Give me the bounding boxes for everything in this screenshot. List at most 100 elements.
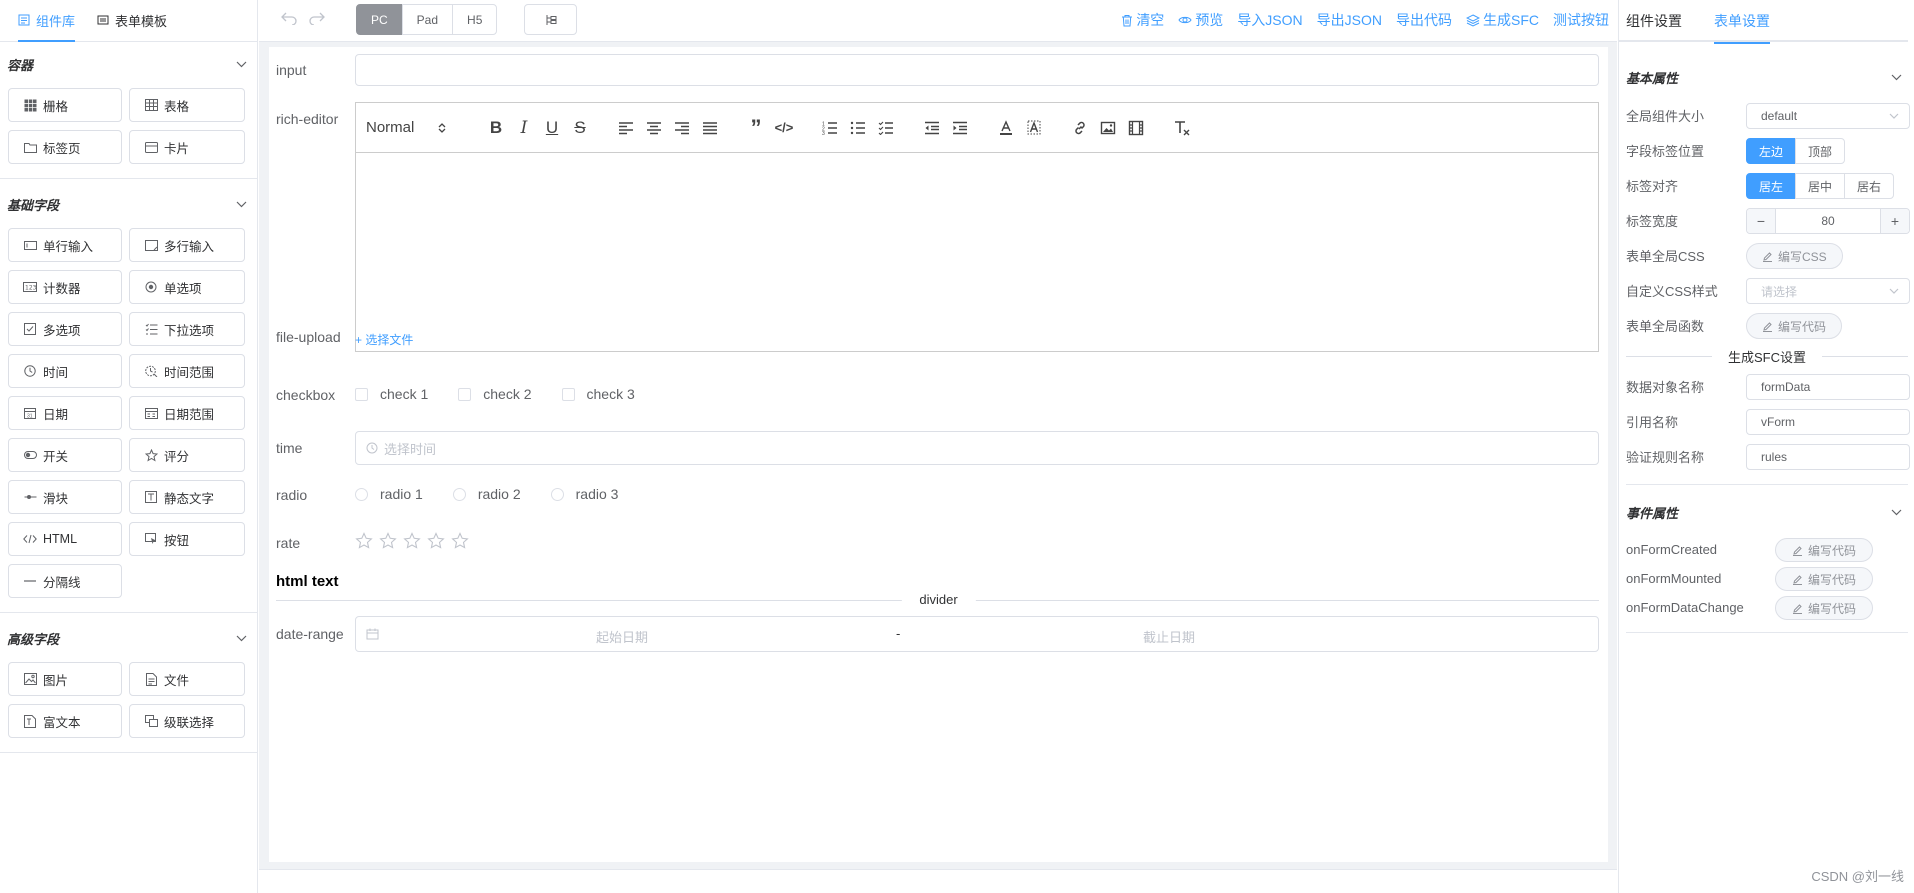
input-field[interactable] xyxy=(355,54,1599,86)
edit-code-button[interactable]: 编写代码 xyxy=(1775,596,1874,620)
device-button[interactable]: H5 xyxy=(452,4,498,35)
code-block-icon[interactable]: </> xyxy=(770,114,798,142)
radio-button[interactable]: 左边 xyxy=(1746,138,1797,164)
star-icon[interactable] xyxy=(379,532,397,550)
radio-circle[interactable] xyxy=(550,487,564,501)
header-select[interactable]: Normal xyxy=(366,103,456,153)
time-picker[interactable]: 选择时间 xyxy=(355,431,1599,465)
edit-code-button[interactable]: 编写代码 xyxy=(1775,538,1874,562)
checkbox-box[interactable] xyxy=(458,387,472,401)
rules-name-input[interactable]: rules xyxy=(1746,444,1910,470)
component-item[interactable]: 多行输入 xyxy=(129,228,245,262)
component-item[interactable]: 卡片 xyxy=(129,130,245,164)
component-item[interactable]: 下拉选项 xyxy=(129,312,245,346)
global-size-select[interactable]: default xyxy=(1746,103,1910,129)
plus-icon[interactable]: + xyxy=(1880,209,1909,233)
toolbar-action[interactable]: 测试按钮 xyxy=(1553,10,1609,30)
component-item[interactable]: 图片 xyxy=(8,662,122,696)
star-icon[interactable] xyxy=(427,532,445,550)
component-item[interactable]: 表格 xyxy=(129,88,245,122)
align-center-icon[interactable] xyxy=(640,114,668,142)
toolbar-action[interactable]: 导出代码 xyxy=(1396,10,1452,30)
toolbar-action[interactable]: 导入JSON xyxy=(1237,10,1302,30)
radio-button[interactable]: 居中 xyxy=(1795,173,1846,199)
select-file-button[interactable]: + 选择文件 xyxy=(355,331,413,348)
background-color-icon[interactable] xyxy=(1020,114,1048,142)
radio-option[interactable]: radio 2 xyxy=(452,486,521,502)
tab-component-library[interactable]: 组件库 xyxy=(18,0,76,42)
star-icon[interactable] xyxy=(451,532,469,550)
toolbar-action[interactable]: 生成SFC xyxy=(1466,10,1539,30)
component-item[interactable]: 时间范围 xyxy=(129,354,245,388)
align-justify-icon[interactable] xyxy=(696,114,724,142)
toolbar-action[interactable]: 清空 xyxy=(1121,10,1164,30)
component-item[interactable]: 分隔线 xyxy=(8,564,122,598)
tab-form-template[interactable]: 表单模板 xyxy=(97,0,167,41)
radio-button[interactable]: 顶部 xyxy=(1795,138,1846,164)
bold-icon[interactable]: B xyxy=(482,114,510,142)
undo-icon[interactable] xyxy=(281,11,297,28)
section-header[interactable]: 容器 xyxy=(0,42,257,86)
checkbox-option[interactable]: check 3 xyxy=(561,386,635,402)
component-item[interactable]: 静态文字 xyxy=(129,480,245,514)
checkbox-option[interactable]: check 2 xyxy=(458,386,532,402)
section-header[interactable]: 高级字段 xyxy=(0,616,257,660)
component-item[interactable]: 富文本 xyxy=(8,704,122,738)
component-item[interactable]: 单行输入 xyxy=(8,228,122,262)
component-item[interactable]: 级联选择 xyxy=(129,704,245,738)
label-width-stepper[interactable]: − 80 + xyxy=(1746,208,1910,234)
font-color-icon[interactable] xyxy=(992,114,1020,142)
component-item[interactable]: HTML xyxy=(8,522,122,556)
italic-icon[interactable]: I xyxy=(510,114,538,142)
video-icon[interactable] xyxy=(1122,114,1150,142)
ordered-list-icon[interactable]: 123 xyxy=(816,114,844,142)
radio-circle[interactable] xyxy=(452,487,466,501)
event-properties-header[interactable]: 事件属性 xyxy=(1619,490,1914,535)
component-item[interactable]: 滑块 xyxy=(8,480,122,514)
radio-option[interactable]: radio 1 xyxy=(355,486,423,502)
component-item[interactable]: 单选项 xyxy=(129,270,245,304)
data-object-input[interactable]: formData xyxy=(1746,374,1910,400)
redo-icon[interactable] xyxy=(309,11,325,28)
edit-css-button[interactable]: 编写CSS xyxy=(1746,243,1843,269)
star-icon[interactable] xyxy=(355,532,373,550)
strike-icon[interactable]: S xyxy=(566,114,594,142)
image-icon[interactable] xyxy=(1094,114,1122,142)
align-left-icon[interactable] xyxy=(612,114,640,142)
basic-properties-header[interactable]: 基本属性 xyxy=(1619,55,1914,100)
minus-icon[interactable]: − xyxy=(1747,209,1776,233)
radio-button[interactable]: 居右 xyxy=(1844,173,1895,199)
tab-form-settings[interactable]: 表单设置 xyxy=(1714,0,1770,44)
device-button[interactable]: Pad xyxy=(401,4,454,35)
component-item[interactable]: 文件 xyxy=(129,662,245,696)
section-header[interactable]: 基础字段 xyxy=(0,182,257,226)
radio-circle[interactable] xyxy=(355,487,368,501)
link-icon[interactable] xyxy=(1066,114,1094,142)
component-item[interactable]: 时间 xyxy=(8,354,122,388)
component-item[interactable]: 31 日期 xyxy=(8,396,122,430)
checkbox-box[interactable] xyxy=(355,387,368,401)
component-item[interactable]: 标签页 xyxy=(8,130,122,164)
node-tree-button[interactable] xyxy=(524,4,577,35)
star-icon[interactable] xyxy=(403,532,421,550)
ref-name-input[interactable]: vForm xyxy=(1746,409,1910,435)
bullet-list-icon[interactable] xyxy=(844,114,872,142)
checkbox-box[interactable] xyxy=(561,387,575,401)
align-right-icon[interactable] xyxy=(668,114,696,142)
toolbar-action[interactable]: 导出JSON xyxy=(1317,10,1382,30)
toolbar-action[interactable]: 预览 xyxy=(1178,10,1223,30)
component-item[interactable]: 按钮 xyxy=(129,522,245,556)
check-list-icon[interactable] xyxy=(872,114,900,142)
blockquote-icon[interactable]: ” xyxy=(742,114,770,142)
custom-css-select[interactable]: 请选择 xyxy=(1746,278,1910,304)
device-button[interactable]: PC xyxy=(356,4,403,35)
component-item[interactable]: 多选项 xyxy=(8,312,122,346)
outdent-icon[interactable] xyxy=(918,114,946,142)
component-item[interactable]: 评分 xyxy=(129,438,245,472)
date-range-picker[interactable]: 起始日期 - 截止日期 xyxy=(355,616,1599,652)
radio-button[interactable]: 居左 xyxy=(1746,173,1797,199)
radio-option[interactable]: radio 3 xyxy=(550,486,618,502)
clear-format-icon[interactable] xyxy=(1168,114,1196,142)
indent-icon[interactable] xyxy=(946,114,974,142)
underline-icon[interactable]: U xyxy=(538,114,566,142)
